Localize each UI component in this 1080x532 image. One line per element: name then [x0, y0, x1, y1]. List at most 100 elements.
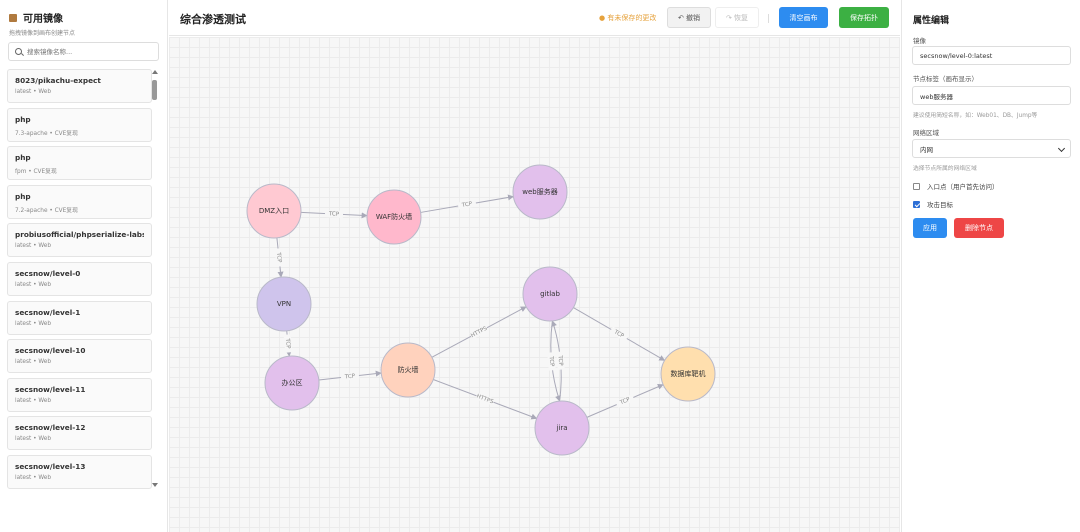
node-label: 数据库靶机	[671, 369, 706, 378]
properties-title: 属性编辑	[913, 16, 950, 26]
topology-title: 综合渗透测试	[180, 13, 246, 26]
entry-point-option[interactable]: 入口点（用户首先访问）	[913, 181, 999, 191]
image-meta: latest • Web	[15, 359, 52, 366]
node-waf[interactable]: WAF防火墙	[366, 189, 422, 245]
node-web[interactable]: web服务器	[512, 164, 568, 220]
node-gitlab[interactable]: gitlab	[522, 266, 578, 322]
image-meta: latest • Web	[15, 320, 52, 327]
node-label-hint: 建议使用简短名称，如：Web01、DB、Jump等	[913, 113, 1038, 119]
clear-canvas-button[interactable]: 清空画布	[779, 7, 828, 28]
image-meta: latest • Web	[15, 243, 52, 250]
image-meta: 7.3-apache • CVE复现	[15, 130, 78, 137]
zone-label: 网络区域	[913, 129, 939, 137]
box-icon	[9, 13, 17, 22]
canvas-toolbar: 综合渗透测试 ● 有未保存的更改 ↶ 撤销 ↷ 恢复 清空画布 保存拓扑	[169, 0, 900, 36]
image-meta: latest • Web	[15, 436, 52, 443]
image-list-item[interactable]: php 7.2-apache • CVE复现	[7, 184, 152, 219]
sidebar-title-text: 可用镜像	[23, 14, 63, 25]
image-list-item[interactable]: secsnow/level-13 latest • Web	[7, 454, 152, 489]
entry-point-checkbox[interactable]	[913, 182, 920, 190]
search-icon	[15, 48, 22, 55]
sidebar-hint: 拖拽镜像到画布创建节点	[9, 30, 76, 37]
search-input[interactable]	[27, 47, 147, 56]
image-meta: 7.2-apache • CVE复现	[15, 207, 78, 214]
node-vpn[interactable]: VPN	[256, 276, 312, 332]
attack-target-option[interactable]: 攻击目标	[913, 199, 953, 209]
image-list-item[interactable]: 8023/pikachu-expect latest • Web	[7, 69, 152, 103]
image-list-item[interactable]: probiusofficial/phpserialize-labs latest …	[7, 223, 152, 258]
chevron-down-icon	[1057, 144, 1066, 153]
node-firewall[interactable]: 防火墙	[380, 342, 436, 398]
topology-canvas[interactable]: TCP TCP TCP TCP TCP HTTPS HTTPS TCP TCP TCP TCP DM…	[169, 37, 900, 532]
node-label: VPN	[277, 300, 291, 308]
edge-label: HTTPS	[476, 394, 495, 406]
image-meta: latest • Web	[15, 281, 52, 288]
image-name: secsnow/level-11	[15, 384, 86, 394]
image-name: secsnow/level-12	[15, 423, 86, 433]
delete-node-button[interactable]: 删除节点	[954, 218, 1004, 238]
node-db[interactable]: 数据库靶机	[660, 346, 716, 402]
image-list-item[interactable]: secsnow/level-0 latest • Web	[7, 261, 152, 296]
node-office[interactable]: 办公区	[264, 355, 320, 411]
entry-point-label: 入口点（用户首先访问）	[927, 183, 999, 191]
image-field[interactable]: secsnow/level-0:latest	[912, 46, 1071, 65]
edge-label: TCP	[328, 211, 340, 218]
scrollbar[interactable]	[152, 70, 158, 490]
image-list-item[interactable]: php fpm • CVE复现	[7, 146, 152, 181]
topology-graph: TCPTCPTCPTCPTCPHTTPSHTTPSTCPTCPTCP TCP DM…	[246, 164, 716, 456]
image-name: secsnow/level-0	[15, 268, 81, 278]
edge-label: TCP	[275, 251, 282, 263]
image-search[interactable]	[8, 42, 159, 61]
toolbar-divider	[768, 14, 769, 23]
apply-button[interactable]: 应用	[913, 218, 947, 238]
edge-label: TCP	[461, 201, 474, 209]
image-list-item[interactable]: secsnow/level-11 latest • Web	[7, 377, 152, 412]
image-label: 镜像	[913, 37, 926, 45]
image-name: secsnow/level-10	[15, 346, 86, 356]
node-label: web服务器	[522, 187, 557, 196]
image-list-item[interactable]: secsnow/level-12 latest • Web	[7, 416, 152, 451]
zone-hint: 选择节点所属的网络区域	[913, 166, 977, 172]
image-list: 8023/pikachu-expect latest • Web php 7.3-ap…	[7, 69, 152, 494]
image-name: php	[15, 153, 31, 163]
unsaved-indicator: ● 有未保存的更改	[599, 14, 657, 22]
properties-panel: 属性编辑 镜像 secsnow/level-0:latest 节点标签（画布显示…	[901, 0, 1080, 532]
edge-label: TCP	[547, 355, 554, 367]
image-name: secsnow/level-13	[15, 461, 86, 471]
node-jira[interactable]: jira	[534, 400, 590, 456]
node-label: 防火墙	[398, 365, 419, 374]
zone-select-value: 内网	[920, 145, 933, 154]
image-list-item[interactable]: secsnow/level-10 latest • Web	[7, 339, 152, 374]
node-label: 办公区	[282, 378, 303, 387]
image-name: 8023/pikachu-expect	[15, 76, 101, 85]
image-list-item[interactable]: secsnow/level-1 latest • Web	[7, 300, 152, 335]
image-name: probiusofficial/phpserialize-labs	[15, 230, 144, 240]
image-meta: latest • Web	[15, 474, 52, 481]
node-label: DMZ入口	[259, 207, 289, 215]
attack-target-label: 攻击目标	[927, 201, 953, 209]
image-name: php	[15, 114, 31, 124]
edge-label: TCP	[344, 373, 356, 380]
image-list-item[interactable]: php 7.3-apache • CVE复现	[7, 107, 152, 142]
image-meta: latest • Web	[15, 397, 52, 404]
node-label-label: 节点标签（画布显示）	[913, 75, 978, 83]
image-name: php	[15, 191, 31, 201]
scroll-thumb[interactable]	[152, 80, 157, 100]
scroll-up-icon[interactable]	[152, 70, 158, 74]
node-label-field[interactable]: web服务器	[912, 86, 1071, 105]
image-meta: latest • Web	[15, 89, 52, 95]
image-meta: fpm • CVE复现	[15, 169, 57, 176]
zone-select[interactable]: 内网	[912, 139, 1071, 158]
redo-button[interactable]: ↷ 恢复	[715, 7, 759, 28]
attack-target-checkbox[interactable]	[913, 200, 920, 208]
edge-label: TCP	[284, 337, 291, 349]
edge-label: TCP	[556, 354, 563, 366]
undo-button[interactable]: ↶ 撤销	[667, 7, 711, 28]
node-label: jira	[555, 424, 567, 432]
image-name: secsnow/level-1	[15, 307, 81, 317]
node-label: gitlab	[540, 290, 560, 298]
node-dmz[interactable]: DMZ入口	[246, 183, 302, 239]
scroll-down-icon[interactable]	[152, 483, 158, 487]
edge-label: HTTPS	[470, 325, 489, 339]
save-topology-button[interactable]: 保存拓扑	[839, 7, 889, 28]
